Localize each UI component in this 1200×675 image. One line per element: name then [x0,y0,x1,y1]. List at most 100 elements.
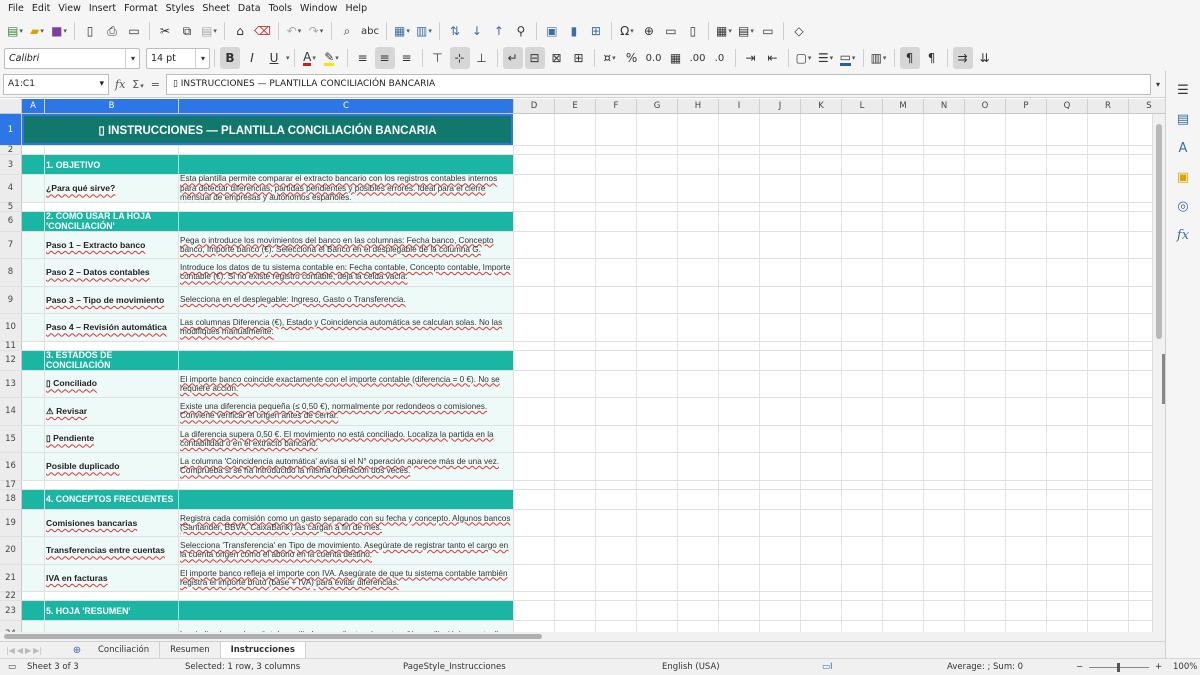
last-sheet-icon[interactable]: ▶| [33,646,42,655]
cell-a[interactable] [22,146,45,154]
empty-cells[interactable] [514,202,1152,211]
row-header[interactable]: 19 [0,509,22,536]
cell-a[interactable] [22,480,45,489]
find-replace-icon[interactable]: ⌕ [337,20,357,42]
cell-b[interactable] [45,146,179,154]
column-header-q[interactable]: Q [1047,99,1088,114]
chevron-down-icon[interactable]: ▾ [194,48,205,68]
italic-button[interactable]: I [242,47,262,69]
cell-b[interactable]: 1. OBJETIVO [45,155,179,174]
empty-cells[interactable] [514,231,1152,258]
align-right-icon[interactable]: ≡ [397,47,417,69]
row-header[interactable]: 11 [0,341,22,351]
cell-a[interactable] [22,398,45,425]
cell-c[interactable] [179,341,514,350]
column-header-s[interactable]: S [1129,99,1165,114]
cell-c[interactable] [179,350,514,370]
cell-c[interactable]: Existe una diferencia pequeña (≤ 0,50 €)… [179,398,514,425]
print-icon[interactable]: ⎙ [102,20,122,42]
empty-cells[interactable] [514,601,1152,620]
next-sheet-icon[interactable]: ▶ [25,646,31,655]
row-header[interactable]: 4 [0,175,22,202]
prev-sheet-icon[interactable]: ◀ [17,646,23,655]
highlight-color-icon[interactable]: ✎ ▾ [322,47,342,69]
borders-icon[interactable]: ▢ ▾ [794,47,814,69]
cell-b[interactable] [45,621,179,632]
sort-descending-icon[interactable]: ↑ [489,20,509,42]
row-header[interactable]: 20 [0,537,22,564]
column-header-o[interactable]: O [965,99,1006,114]
menu-format[interactable]: Format [120,3,161,14]
vertical-scroll-thumb[interactable] [1156,124,1162,339]
right-to-left-icon[interactable]: ¶ [922,47,942,69]
menu-insert[interactable]: Insert [85,3,120,14]
open-folder-icon[interactable]: ▰ ▾ [27,20,47,42]
border-color-icon[interactable]: ▭ ▾ [838,47,858,69]
cell-b[interactable]: ⚠ Revisar [45,398,179,425]
sheet-tab[interactable]: Conciliación [88,641,161,659]
delete-decimal-button[interactable]: .0 [710,47,730,69]
cell-a[interactable] [22,314,45,341]
page-style[interactable]: PageStyle_Instrucciones [403,662,506,672]
empty-cells[interactable] [514,621,1152,632]
functions-icon[interactable]: fx [1172,224,1194,246]
cell-a[interactable] [22,350,45,370]
menu-icon[interactable]: ☰ [1172,79,1194,101]
row-header[interactable]: 14 [0,398,22,425]
menu-data[interactable]: Data [234,3,265,14]
sum-icon[interactable]: Σ▾ [132,78,143,91]
chevron-down-icon[interactable]: ▾ [124,48,135,68]
save-icon[interactable]: ■ ▾ [49,20,69,42]
row-header[interactable]: 22 [0,591,22,601]
cell-b[interactable]: 2. CÓMO USAR LA HOJA 'CONCILIACIÓN' [45,211,179,231]
horizontal-scrollbar[interactable] [0,632,1165,641]
cell-b[interactable]: Posible duplicado [45,453,179,480]
column-header-n[interactable]: N [924,99,965,114]
align-center-icon[interactable]: ≡ [374,47,395,69]
header-footer-icon[interactable]: ▯ [683,20,703,42]
cell-a[interactable] [22,211,45,231]
cell-c[interactable] [179,489,514,509]
cell-a[interactable] [22,564,45,591]
cell-a[interactable] [22,509,45,536]
insert-image-icon[interactable]: ▣ [542,20,562,42]
horizontal-scroll-thumb[interactable] [4,634,542,639]
cell-b[interactable]: ▯ Pendiente [45,425,179,452]
sheet-nav-buttons[interactable]: |◀ ◀ ▶ ▶| [0,646,66,655]
cell-c[interactable] [179,601,514,620]
cell-b[interactable]: ▯ Conciliado [45,370,179,397]
row-header[interactable]: 6 [0,211,22,231]
cell-a[interactable] [22,425,45,452]
cell-c[interactable]: El importe banco coincide exactamente co… [179,370,514,397]
cell-b[interactable]: Paso 3 – Tipo de movimiento [45,286,179,313]
autofilter-icon[interactable]: ⚲ [511,20,531,42]
row-header[interactable]: 1 [0,114,22,145]
title-cell[interactable]: ▯ INSTRUCCIONES — PLANTILLA CONCILIACIÓN… [22,114,513,145]
column-header-h[interactable]: H [678,99,719,114]
show-draw-functions-icon[interactable]: ◇ [789,20,809,42]
empty-cells[interactable] [514,350,1152,370]
sheet-tab[interactable]: Instrucciones [220,641,306,659]
cell-a[interactable] [22,259,45,286]
cell-a[interactable] [22,202,45,211]
row-header[interactable]: 8 [0,259,22,286]
row-header[interactable]: 21 [0,564,22,591]
cell-c[interactable] [179,592,514,600]
font-color-icon[interactable]: A ▾ [300,47,320,69]
decrease-indent-icon[interactable]: ⇤ [763,47,783,69]
row-header[interactable]: 15 [0,425,22,452]
align-left-icon[interactable]: ≡ [353,47,373,69]
column-header-e[interactable]: E [555,99,596,114]
number-format-button[interactable]: 0.0 [644,47,664,69]
font-size-combo[interactable]: 14 pt ▾ [146,47,210,69]
column-header-r[interactable]: R [1088,99,1129,114]
language-status[interactable]: English (USA) [662,662,720,672]
freeze-rows-icon[interactable]: ▤ ▾ [736,20,756,42]
date-format-icon[interactable]: ▦ [666,47,686,69]
cell-c[interactable] [179,146,514,154]
empty-cells[interactable] [514,489,1152,509]
cell-b[interactable] [45,341,179,350]
percent-format-button[interactable]: % [622,47,642,69]
clone-formatting-icon[interactable]: ⌂ [230,20,250,42]
cell-b[interactable]: IVA en facturas [45,564,179,591]
